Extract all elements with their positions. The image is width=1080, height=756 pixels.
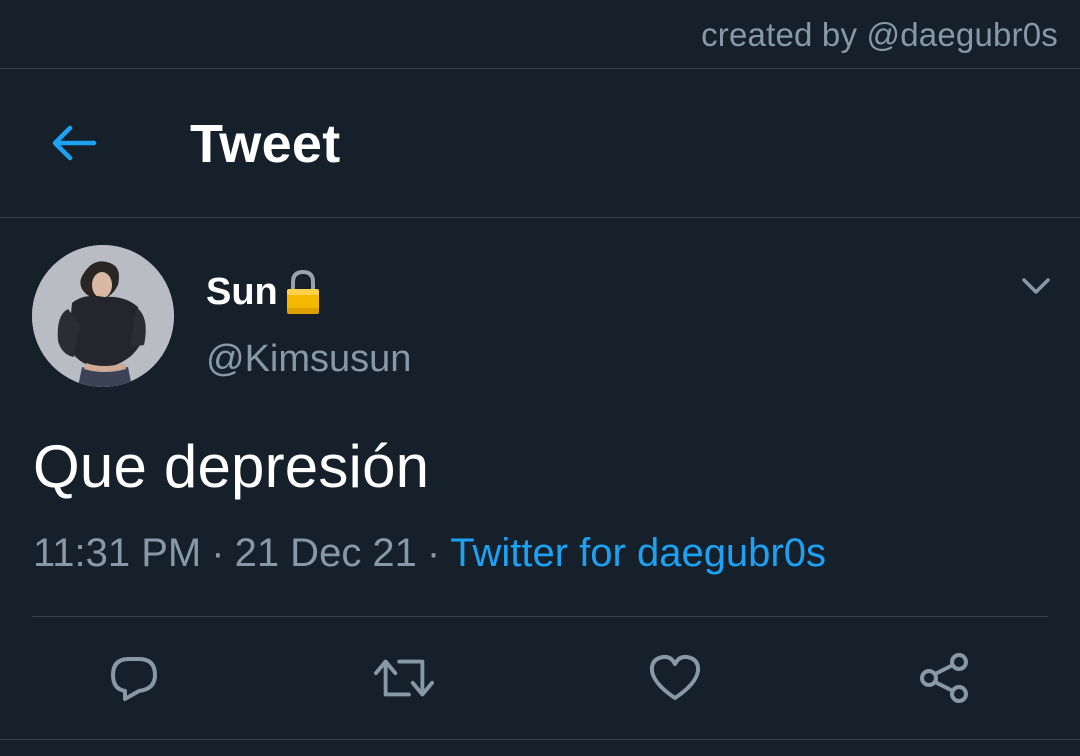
meta-separator: · bbox=[426, 531, 441, 575]
tweet-metadata: 11:31 PM · 21 Dec 21 · Twitter for daegubr0s bbox=[33, 531, 826, 576]
tweet-header: Tweet bbox=[0, 69, 1080, 218]
arrow-left-icon bbox=[52, 125, 97, 161]
watermark-bar: created by @daegubr0s bbox=[0, 0, 1080, 69]
bottom-divider bbox=[0, 739, 1080, 740]
back-button[interactable] bbox=[42, 111, 106, 175]
retweet-icon bbox=[374, 659, 434, 697]
like-button[interactable] bbox=[645, 648, 705, 708]
divider bbox=[32, 616, 1048, 617]
share-button[interactable] bbox=[915, 648, 975, 708]
display-name[interactable]: Sun bbox=[206, 271, 278, 314]
reply-button[interactable] bbox=[104, 648, 164, 708]
tweet-time: 11:31 PM bbox=[33, 531, 202, 575]
tweet-actions bbox=[0, 640, 1080, 716]
lock-icon bbox=[286, 269, 319, 314]
more-options-button[interactable] bbox=[1014, 268, 1058, 304]
meta-separator: · bbox=[211, 531, 225, 575]
share-icon bbox=[920, 653, 968, 703]
avatar-photo bbox=[32, 245, 174, 387]
chevron-down-icon bbox=[1022, 278, 1050, 294]
heart-icon bbox=[649, 654, 701, 700]
page-title: Tweet bbox=[190, 114, 341, 174]
retweet-button[interactable] bbox=[374, 648, 434, 708]
author-handle[interactable]: @Kimsusun bbox=[206, 338, 411, 381]
reply-icon bbox=[111, 657, 157, 701]
avatar[interactable] bbox=[32, 245, 174, 387]
tweet-date: 21 Dec 21 bbox=[234, 531, 417, 575]
tweet-text: Que depresión bbox=[33, 433, 430, 500]
author-name-row[interactable]: Sun bbox=[206, 268, 322, 316]
tweet-client-link[interactable]: Twitter for daegubr0s bbox=[450, 531, 826, 575]
watermark-text: created by @daegubr0s bbox=[701, 16, 1058, 53]
